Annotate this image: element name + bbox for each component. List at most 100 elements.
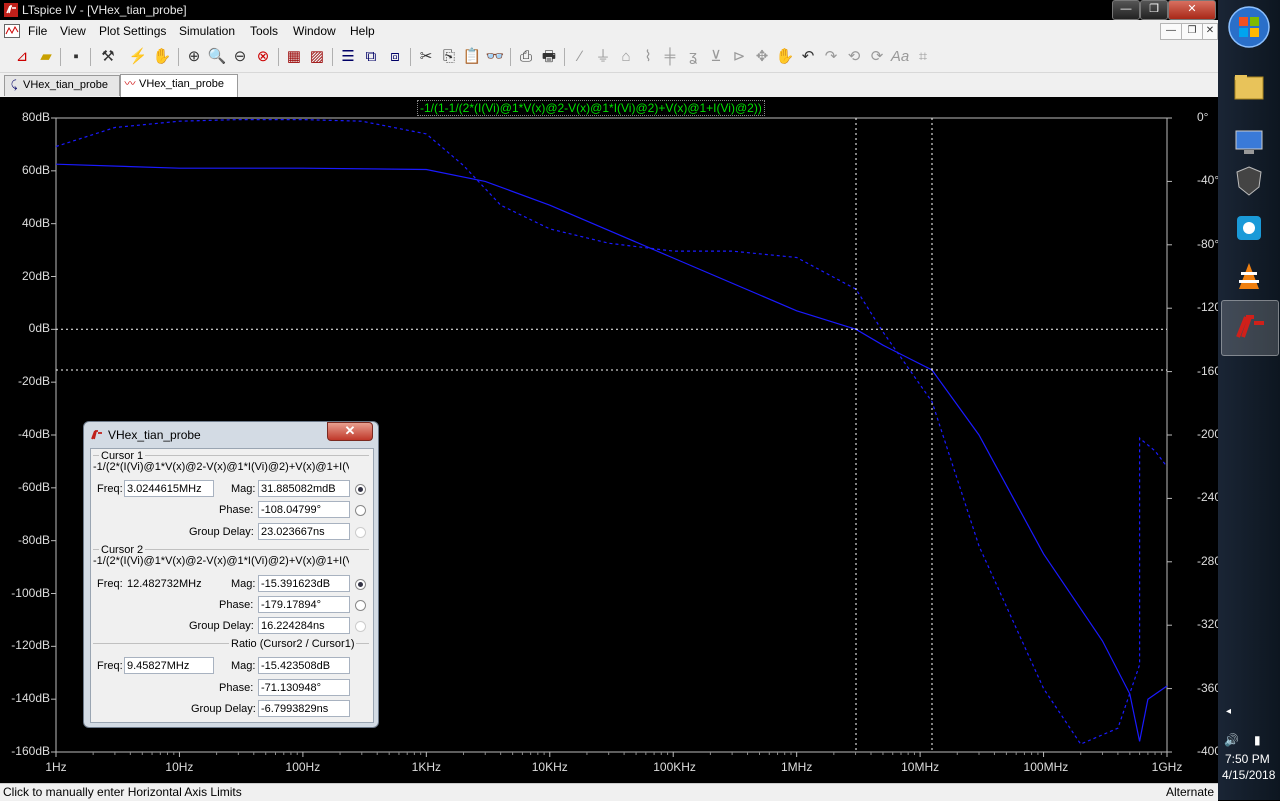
cut-icon[interactable]: ✂	[416, 47, 436, 67]
ratio-mag-field[interactable]: -15.423508dB	[258, 657, 350, 674]
x-axis-tick-label[interactable]: 1GHz	[1147, 760, 1187, 774]
y-axis-tick-label-left[interactable]: 40dB	[22, 216, 50, 230]
ground-icon[interactable]: ⏚	[593, 47, 613, 67]
start-button[interactable]	[1221, 2, 1277, 56]
cursor1-mag-radio[interactable]	[355, 484, 366, 495]
tile-vertical-icon[interactable]: ⧈	[385, 47, 405, 67]
print-setup-icon[interactable]: ⎙	[516, 47, 536, 67]
taskbar-ltspice[interactable]	[1221, 300, 1279, 356]
paste-icon[interactable]: 📋	[462, 47, 482, 67]
open-folder-icon[interactable]: ▰	[36, 47, 56, 67]
y-axis-tick-label-left[interactable]: -140dB	[11, 691, 50, 705]
dialog-title-bar[interactable]: VHex_tian_probe	[90, 424, 330, 446]
y-axis-tick-label-right[interactable]: 0°	[1197, 110, 1208, 124]
cursor2-freq-input[interactable]: 12.482732MHz	[124, 575, 214, 592]
mdi-minimize-button[interactable]: —	[1160, 23, 1182, 40]
move-icon[interactable]: ✥	[752, 47, 772, 67]
tab-schematic[interactable]: ⤹ VHex_tian_probe	[4, 75, 120, 96]
wire-icon[interactable]: ∕	[570, 47, 590, 67]
menu-simulation[interactable]: Simulation	[179, 24, 235, 38]
volume-icon[interactable]: 🔊	[1224, 733, 1239, 747]
component-icon[interactable]: ⊳	[729, 47, 749, 67]
y-axis-tick-label-left[interactable]: 80dB	[22, 110, 50, 124]
x-axis-tick-label[interactable]: 1KHz	[406, 760, 446, 774]
capacitor-icon[interactable]: ╪	[660, 47, 680, 67]
autorange-icon[interactable]: ▦	[284, 47, 304, 67]
y-axis-tick-label-left[interactable]: 0dB	[29, 321, 50, 335]
save-icon[interactable]: ▪	[66, 47, 86, 67]
y-axis-tick-label-left[interactable]: -60dB	[18, 480, 50, 494]
cursor1-mag-field[interactable]: 31.885082mdB	[258, 480, 350, 497]
menu-view[interactable]: View	[60, 24, 86, 38]
pan-icon[interactable]: ✋	[152, 47, 172, 67]
ratio-phase-field[interactable]: -71.130948°	[258, 679, 350, 696]
y-axis-tick-label-right[interactable]: -80°	[1197, 237, 1219, 251]
x-axis-tick-label[interactable]: 100Hz	[283, 760, 323, 774]
control-panel-icon[interactable]: ⚒	[98, 47, 118, 67]
y-axis-tick-label-right[interactable]: -40°	[1197, 173, 1219, 187]
y-axis-tick-label-left[interactable]: -160dB	[11, 744, 50, 758]
drag-icon[interactable]: ✋	[775, 47, 795, 67]
cursor1-phase-field[interactable]: -108.04799°	[258, 501, 350, 518]
show-hidden-icons[interactable]: ◂	[1226, 706, 1231, 717]
cursor1-phase-radio[interactable]	[355, 505, 366, 516]
clock-time[interactable]: 7:50 PM	[1225, 752, 1270, 766]
taskbar-vlc[interactable]	[1221, 250, 1277, 304]
cursor1-freq-input[interactable]: 3.0244615MHz	[124, 480, 214, 497]
taskbar-wd-app[interactable]	[1221, 154, 1277, 208]
find-icon[interactable]: 👓	[485, 47, 505, 67]
new-schematic-icon[interactable]: ⊿	[12, 47, 32, 67]
cursor2-gd-radio[interactable]	[355, 621, 366, 632]
x-axis-tick-label[interactable]: 10MHz	[900, 760, 940, 774]
label-net-icon[interactable]: ⌂	[616, 47, 636, 67]
y-axis-tick-label-left[interactable]: -100dB	[11, 586, 50, 600]
cursor1-group-delay-field[interactable]: 23.023667ns	[258, 523, 350, 540]
zoom-out-icon[interactable]: ⊖	[230, 47, 250, 67]
menu-help[interactable]: Help	[350, 24, 375, 38]
cascade-icon[interactable]: ⧉	[361, 47, 381, 67]
cursor2-phase-field[interactable]: -179.17894°	[258, 596, 350, 613]
tile-horizontal-icon[interactable]: ☰	[338, 47, 358, 67]
trace-expression-label[interactable]: -1/(1-1/(2*(I(Vi)@1*V(x)@2-V(x)@1*I(Vi)@…	[417, 100, 765, 116]
ratio-group-delay-field[interactable]: -6.7993829ns	[258, 700, 350, 717]
taskbar-explorer[interactable]	[1221, 60, 1277, 114]
y-axis-tick-label-left[interactable]: -40dB	[18, 427, 50, 441]
cursor2-phase-radio[interactable]	[355, 600, 366, 611]
tab-waveform[interactable]: 〰 VHex_tian_probe	[120, 74, 238, 97]
x-axis-tick-label[interactable]: 100KHz	[653, 760, 696, 774]
resistor-icon[interactable]: ⌇	[638, 47, 658, 67]
zoom-area-icon[interactable]: 🔍	[207, 47, 227, 67]
spice-directive-icon[interactable]: ⌗	[913, 47, 933, 67]
x-axis-tick-label[interactable]: 10Hz	[159, 760, 199, 774]
mdi-close-button[interactable]: ✕	[1202, 23, 1218, 40]
x-axis-tick-label[interactable]: 1Hz	[36, 760, 76, 774]
x-axis-tick-label[interactable]: 10KHz	[530, 760, 570, 774]
y-axis-tick-label-left[interactable]: 20dB	[22, 269, 50, 283]
diode-icon[interactable]: ⊻	[706, 47, 726, 67]
x-axis-tick-label[interactable]: 1MHz	[777, 760, 817, 774]
menu-tools[interactable]: Tools	[250, 24, 278, 38]
minimize-button[interactable]: —	[1112, 0, 1140, 20]
zoom-fit-icon[interactable]: ⊗	[253, 47, 273, 67]
redo-icon[interactable]: ↷	[821, 47, 841, 67]
cursor2-mag-radio[interactable]	[355, 579, 366, 590]
cursor2-group-delay-field[interactable]: 16.224284ns	[258, 617, 350, 634]
taskbar-app-blue[interactable]	[1221, 201, 1277, 255]
close-button[interactable]: ✕	[1168, 0, 1216, 20]
mirror-icon[interactable]: ⟳	[867, 47, 887, 67]
run-icon[interactable]: ⚡	[128, 47, 148, 67]
undo-icon[interactable]: ↶	[798, 47, 818, 67]
ratio-freq-field[interactable]: 9.45827MHz	[124, 657, 214, 674]
menu-file[interactable]: File	[28, 24, 47, 38]
zoom-in-icon[interactable]: ⊕	[184, 47, 204, 67]
delete-trace-icon[interactable]: ▨	[307, 47, 327, 67]
clock-date[interactable]: 4/15/2018	[1222, 768, 1275, 782]
x-axis-tick-label[interactable]: 100MHz	[1024, 760, 1069, 774]
y-axis-tick-label-left[interactable]: -80dB	[18, 533, 50, 547]
menu-plot-settings[interactable]: Plot Settings	[99, 24, 166, 38]
waveform-window-icon[interactable]	[4, 24, 20, 38]
mdi-restore-button[interactable]: ❐	[1181, 23, 1203, 40]
menu-window[interactable]: Window	[293, 24, 336, 38]
rotate-icon[interactable]: ⟲	[844, 47, 864, 67]
dialog-close-button[interactable]: ✕	[327, 422, 373, 441]
